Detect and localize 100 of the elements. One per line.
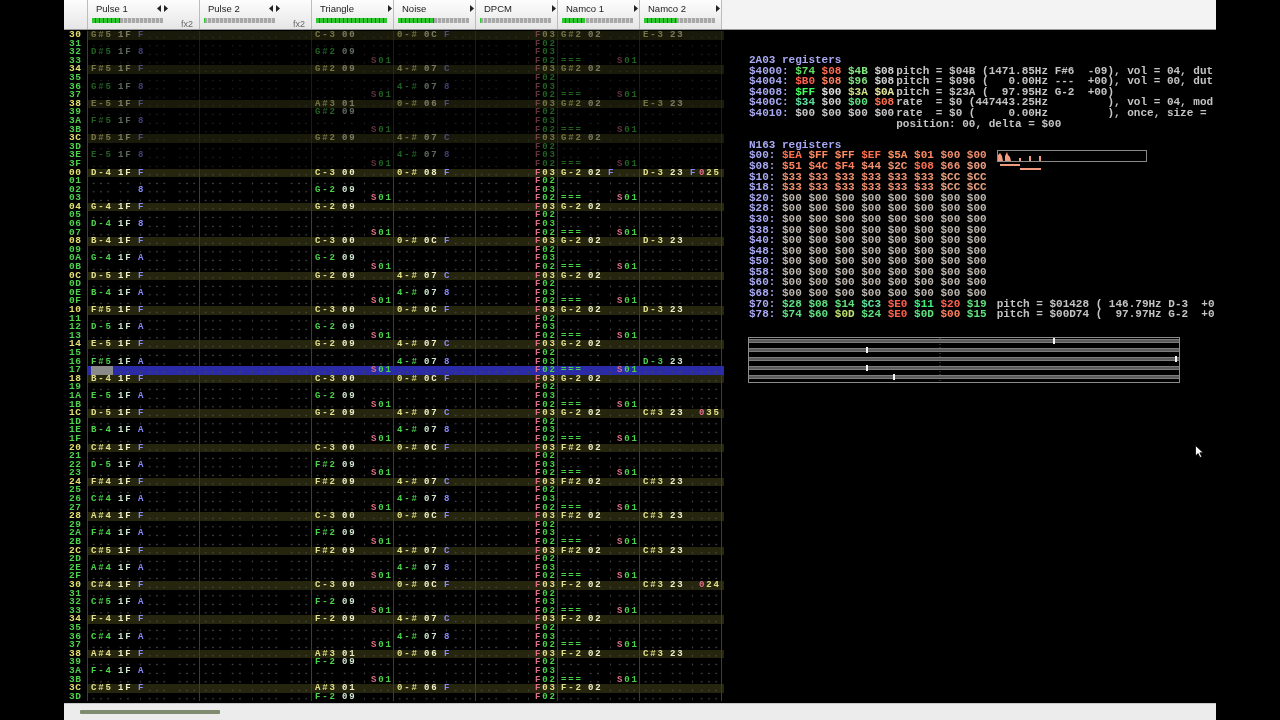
instrument-number[interactable]: 0C xyxy=(424,512,439,521)
effect-command[interactable]: F03 xyxy=(535,288,557,298)
volume-value[interactable]: F xyxy=(138,374,145,384)
effect-command[interactable]: S01 xyxy=(617,503,639,513)
note[interactable]: G-2 xyxy=(315,185,337,195)
effect-command[interactable]: F03 xyxy=(535,237,557,246)
instrument-number[interactable]: 1F xyxy=(118,220,133,229)
effect-command[interactable]: F02 xyxy=(535,641,557,650)
instrument-number[interactable]: 1F xyxy=(118,271,133,281)
effect-command[interactable]: F02 xyxy=(535,314,557,324)
instrument-number[interactable]: 07 xyxy=(424,340,439,349)
instrument-number[interactable]: 09 xyxy=(342,134,357,143)
effect-command[interactable]: F03 xyxy=(535,65,557,74)
effect-command[interactable]: F03 xyxy=(535,168,557,178)
effect-command[interactable]: S01 xyxy=(617,263,639,272)
volume-value[interactable]: F xyxy=(444,512,451,521)
instrument-number[interactable]: 0C xyxy=(424,581,439,590)
note[interactable]: 4-# xyxy=(397,477,419,487)
note[interactable]: B-4 xyxy=(91,237,113,246)
note[interactable]: F-2 xyxy=(315,598,337,607)
right-arrow-icon[interactable] xyxy=(276,5,280,12)
note[interactable]: D-5 xyxy=(91,409,113,418)
effect-command[interactable]: F03 xyxy=(535,323,557,332)
instrument-number[interactable]: 02 xyxy=(588,443,603,453)
instrument-number[interactable]: 1F xyxy=(118,529,133,539)
note[interactable]: === xyxy=(561,331,583,341)
effect-command[interactable]: F02 xyxy=(535,177,557,186)
effect-command[interactable]: S01 xyxy=(617,434,639,444)
instrument-number[interactable]: 07 xyxy=(424,271,439,281)
note[interactable]: G-2 xyxy=(315,323,337,332)
note[interactable]: F-2 xyxy=(315,658,337,667)
note[interactable]: A#4 xyxy=(91,512,113,521)
effect-command[interactable]: F03 xyxy=(535,460,557,470)
volume-value[interactable]: F xyxy=(444,168,451,178)
instrument-number[interactable]: 23 xyxy=(670,409,685,418)
effect-command[interactable]: S01 xyxy=(617,675,639,685)
note[interactable]: F#2 xyxy=(561,512,583,521)
note[interactable]: G-2 xyxy=(561,340,583,349)
instrument-number[interactable]: 0C xyxy=(424,443,439,453)
note[interactable]: C-3 xyxy=(315,581,337,590)
note[interactable]: G#5 xyxy=(91,31,113,40)
note[interactable]: E-5 xyxy=(91,99,113,109)
volume-value[interactable]: A xyxy=(138,632,145,642)
left-arrow-icon[interactable] xyxy=(269,5,273,12)
note[interactable]: F#5 xyxy=(91,306,113,315)
instrument-number[interactable]: 1F xyxy=(118,254,133,264)
effect-command[interactable]: F03 xyxy=(535,529,557,539)
instrument-number[interactable]: 0C xyxy=(424,306,439,315)
left-arrow-icon[interactable] xyxy=(157,5,161,12)
channel-name[interactable]: Namco 1 xyxy=(566,3,604,14)
instrument-number[interactable]: 02 xyxy=(588,99,603,109)
effect-command[interactable]: S01 xyxy=(617,400,639,410)
note[interactable]: B-4 xyxy=(91,374,113,384)
effect-command[interactable]: F02 xyxy=(535,417,557,427)
note[interactable]: C-3 xyxy=(315,31,337,40)
note[interactable]: G#2 xyxy=(561,134,583,143)
instrument-number[interactable]: 1F xyxy=(118,65,133,74)
instrument-number[interactable]: 1F xyxy=(118,82,133,92)
note[interactable]: D-3 xyxy=(643,168,665,178)
note[interactable]: G#2 xyxy=(561,99,583,109)
effect-command[interactable]: F02 xyxy=(535,280,557,289)
instrument-number[interactable]: 23 xyxy=(670,357,685,367)
note[interactable]: B-4 xyxy=(91,288,113,298)
note[interactable]: === xyxy=(561,538,583,547)
instrument-number[interactable]: 1F xyxy=(118,306,133,315)
volume-value[interactable]: F xyxy=(444,581,451,590)
note[interactable]: C-3 xyxy=(315,306,337,315)
volume-value[interactable]: F xyxy=(444,237,451,246)
instrument-number[interactable]: 09 xyxy=(342,529,357,539)
channel-name[interactable]: Pulse 1 xyxy=(96,3,128,14)
effect-command[interactable]: F03 xyxy=(535,374,557,384)
note[interactable]: 0-# xyxy=(397,237,419,246)
note[interactable]: 4-# xyxy=(397,357,419,367)
volume-value[interactable]: A xyxy=(138,460,145,470)
instrument-number[interactable]: 23 xyxy=(670,512,685,521)
instrument-number[interactable]: 02 xyxy=(588,271,603,281)
volume-value[interactable]: C xyxy=(444,615,451,624)
channel-name[interactable]: Triangle xyxy=(320,3,354,14)
effect-command[interactable]: S01 xyxy=(371,641,393,650)
instrument-number[interactable]: 1F xyxy=(118,409,133,418)
note[interactable]: F#2 xyxy=(315,460,337,470)
volume-value[interactable]: A xyxy=(138,666,145,676)
note[interactable]: E-3 xyxy=(643,99,665,109)
instrument-number[interactable]: 09 xyxy=(342,108,357,117)
volume-value[interactable]: F xyxy=(138,649,145,659)
instrument-number[interactable]: 09 xyxy=(342,202,357,212)
instrument-number[interactable]: 00 xyxy=(342,581,357,590)
volume-value[interactable]: F xyxy=(444,306,451,315)
effect-command[interactable]: F03 xyxy=(535,684,557,693)
note[interactable]: D-4 xyxy=(91,168,113,178)
instrument-number[interactable]: 1F xyxy=(118,168,133,178)
effect-command[interactable]: F03 xyxy=(535,391,557,401)
effect-command[interactable]: F03 xyxy=(535,271,557,281)
instrument-number[interactable]: 1F xyxy=(118,116,133,126)
channel-name[interactable]: Noise xyxy=(402,3,427,14)
effect-command[interactable]: F03 xyxy=(535,306,557,315)
instrument-number[interactable]: 1F xyxy=(118,391,133,401)
volume-value[interactable]: A xyxy=(138,254,145,264)
note[interactable]: F-2 xyxy=(315,615,337,624)
instrument-number[interactable]: 1F xyxy=(118,237,133,246)
